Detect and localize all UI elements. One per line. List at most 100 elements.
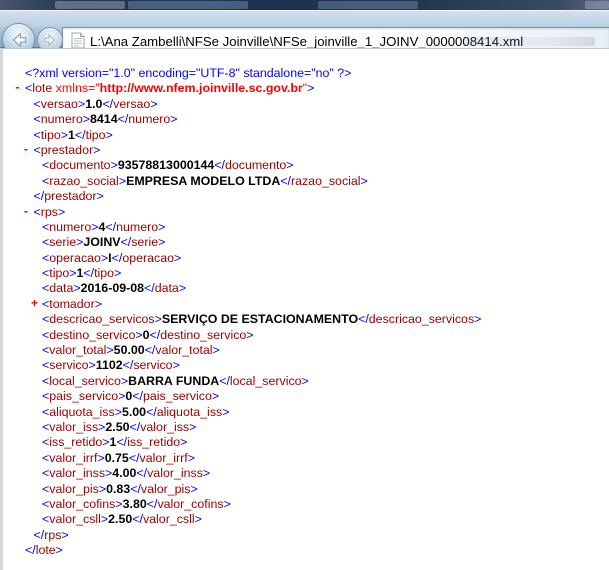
xml-bracket: > bbox=[178, 281, 187, 296]
xml-tag-name: destino_servico bbox=[49, 327, 136, 342]
xml-document: <?xml version="1.0" encoding="UTF-8" sta… bbox=[3, 49, 609, 559]
xml-bracket: > bbox=[106, 343, 114, 358]
xml-tag-name: razao_social bbox=[49, 173, 119, 188]
xml-tag-name: data bbox=[154, 281, 179, 296]
xml-bracket: > bbox=[135, 327, 143, 342]
xml-bracket: </ bbox=[33, 527, 45, 542]
xml-line: <serie>JOINV</serie> bbox=[3, 235, 609, 250]
xml-bracket: > bbox=[91, 219, 99, 234]
xml-bracket: </ bbox=[130, 481, 141, 496]
xml-text-value: 0.83 bbox=[106, 481, 131, 496]
xml-line: <destino_servico>0</destino_servico> bbox=[3, 328, 609, 343]
xml-line: - <rps> bbox=[3, 205, 609, 220]
xml-bracket: > bbox=[211, 389, 220, 404]
xml-tag-name: iss_retido bbox=[127, 435, 181, 450]
collapse-toggle-icon[interactable]: - bbox=[23, 205, 30, 220]
xml-attribute-name: xmlns=" bbox=[52, 81, 100, 96]
arrow-left-icon bbox=[9, 30, 29, 50]
xml-bracket: </ bbox=[102, 96, 114, 111]
xml-line: <razao_social>EMPRESA MODELO LTDA</razao… bbox=[3, 174, 609, 189]
xml-bracket: </ bbox=[146, 404, 157, 419]
xml-bracket: > bbox=[194, 512, 202, 527]
xml-text-value: 3.80 bbox=[122, 496, 147, 511]
xml-line: <?xml version="1.0" encoding="UTF-8" sta… bbox=[3, 66, 609, 81]
xml-bracket: > bbox=[88, 358, 96, 373]
xml-bracket: > bbox=[60, 127, 68, 142]
xml-bracket: > bbox=[286, 158, 294, 173]
xml-bracket: > bbox=[190, 481, 198, 496]
xml-line: <valor_pis>0.83</valor_pis> bbox=[3, 482, 609, 497]
xml-bracket: > bbox=[474, 312, 482, 327]
xml-bracket: > bbox=[97, 450, 105, 465]
xml-bracket: > bbox=[202, 466, 211, 481]
collapse-toggle-icon[interactable]: - bbox=[14, 81, 21, 96]
xml-tag-name: numero bbox=[128, 112, 171, 127]
xml-bracket: </ bbox=[116, 435, 128, 450]
xml-bracket: < bbox=[33, 96, 41, 111]
address-input[interactable]: L:\Ana Zambelli\NFSe Joinville\NFSe_join… bbox=[90, 34, 523, 49]
xml-line: <valor_irrf>0.75</valor_irrf> bbox=[3, 451, 609, 466]
xml-line: </prestador> bbox=[3, 189, 609, 204]
xml-text-value: 50.00 bbox=[113, 343, 145, 358]
xml-tag-name: prestador bbox=[44, 189, 97, 204]
xml-bracket: < bbox=[33, 112, 41, 127]
xml-bracket: < bbox=[33, 204, 41, 219]
xml-tag-name: local_servico bbox=[49, 373, 121, 388]
xml-tag-name: descricao_servicos bbox=[49, 312, 155, 327]
xml-bracket: > bbox=[158, 235, 166, 250]
xml-tag-name: operacao bbox=[122, 250, 174, 265]
xml-tag-name: valor_inss bbox=[147, 466, 203, 481]
xml-bracket: > bbox=[223, 496, 231, 511]
address-bar-glass-reflection bbox=[465, 37, 595, 46]
collapse-toggle-icon[interactable]: - bbox=[23, 143, 30, 158]
xml-line: </lote> bbox=[3, 543, 609, 558]
xml-tag-name: tipo bbox=[94, 266, 115, 281]
xml-tag-name: servico bbox=[133, 358, 173, 373]
xml-line: + <tomador> bbox=[3, 297, 609, 312]
xml-line: <pais_servico>0</pais_servico> bbox=[3, 389, 609, 404]
xml-bracket: </ bbox=[149, 327, 161, 342]
xml-bracket: > bbox=[180, 435, 188, 450]
xml-tag-name: valor_csll bbox=[142, 512, 195, 527]
xml-bracket: > bbox=[170, 112, 178, 127]
xml-line: <tipo>1</tipo> bbox=[3, 266, 609, 281]
xml-bracket: > bbox=[173, 250, 182, 265]
xml-tag-name: valor_pis bbox=[140, 481, 191, 496]
xml-tag-name: documento bbox=[224, 158, 287, 173]
xml-tag-name: serie bbox=[49, 235, 77, 250]
xml-text-value: 1 bbox=[67, 127, 75, 142]
xml-tag-name: descricao_servicos bbox=[368, 312, 475, 327]
xml-bracket: > bbox=[110, 158, 118, 173]
xml-line: - <lote xmlns="http://www.nfem.joinville.… bbox=[3, 81, 609, 96]
xml-line: <valor_iss>2.50</valor_iss> bbox=[3, 420, 609, 435]
xml-bracket: </ bbox=[33, 189, 45, 204]
xml-bracket: > bbox=[93, 142, 101, 157]
xml-bracket: </ bbox=[144, 281, 155, 296]
xml-bracket: </ bbox=[25, 543, 36, 558]
xml-bracket: </ bbox=[122, 358, 134, 373]
xml-text-value: 4.00 bbox=[112, 466, 137, 481]
xml-text-value: 1.0 bbox=[85, 96, 103, 111]
xml-bracket: > bbox=[360, 173, 368, 188]
xml-tag-name: servico bbox=[49, 358, 89, 373]
xml-line: <documento>93578813000144</documento> bbox=[3, 158, 609, 173]
xml-bracket: > bbox=[246, 327, 254, 342]
expand-toggle-icon[interactable]: + bbox=[31, 297, 38, 312]
xml-bracket: </ bbox=[83, 266, 95, 281]
xml-tag-name: lote bbox=[32, 81, 53, 96]
xml-tag-name: valor_irrf bbox=[49, 450, 98, 465]
xml-bracket: > bbox=[172, 358, 180, 373]
xml-bracket: </ bbox=[214, 158, 225, 173]
xml-line: <data>2016-09-08</data> bbox=[3, 281, 609, 296]
xml-bracket: > bbox=[61, 527, 69, 542]
xml-line: <local_servico>BARRA FUNDA</local_servic… bbox=[3, 374, 609, 389]
xml-bracket: </ bbox=[117, 112, 129, 127]
xml-text-value: BARRA FUNDA bbox=[128, 373, 220, 388]
xml-tag-name: valor_inss bbox=[49, 466, 106, 481]
titlebar-glass-patch bbox=[55, 1, 125, 9]
xml-tag-name: tipo bbox=[40, 127, 61, 142]
xml-tag-name: destino_servico bbox=[160, 327, 247, 342]
xml-bracket: > bbox=[96, 189, 104, 204]
xml-bracket: > bbox=[158, 219, 166, 234]
xml-text-value: 8414 bbox=[90, 112, 118, 127]
